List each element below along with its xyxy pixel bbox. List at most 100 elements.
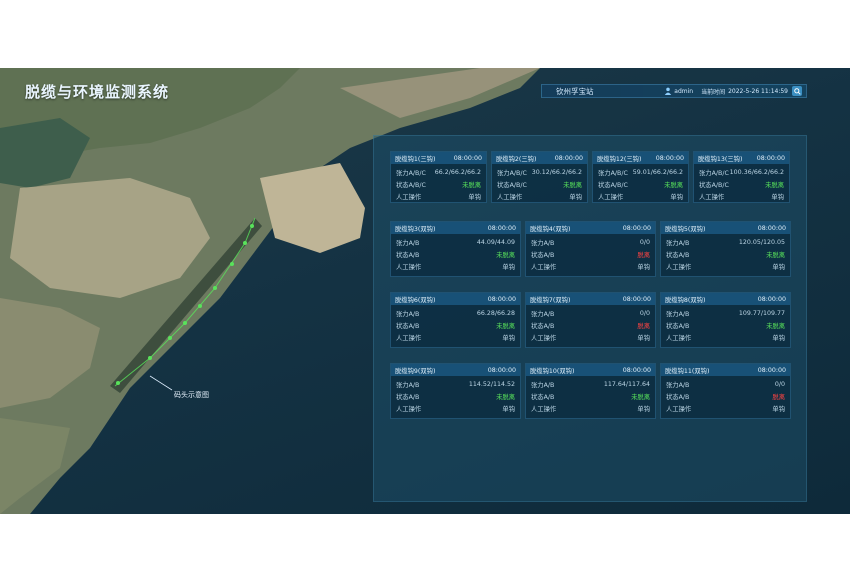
tension-value: 117.64/117.64	[603, 380, 650, 388]
status-label: 状态A/B	[396, 393, 420, 401]
tension-label: 张力A/B/C	[396, 169, 426, 177]
time-label: 当前时间	[701, 88, 726, 96]
hook-card[interactable]: 脱缆钩2(三钩) 08:00:00 张力A/B/C 30.12/66.2/66.…	[491, 151, 588, 203]
hook-card[interactable]: 脱缆钩7(双钩) 08:00:00 张力A/B 0/0 状态A/B 脱离 人工操…	[525, 292, 656, 348]
status-value: 未脱离	[496, 251, 515, 259]
operation-value[interactable]: 单钩	[468, 192, 481, 201]
hook-card[interactable]: 脱缆钩4(双钩) 08:00:00 张力A/B 0/0 状态A/B 脱离 人工操…	[525, 221, 656, 277]
hook-card[interactable]: 脱缆钩8(双钩) 08:00:00 张力A/B 109.77/109.77 状态…	[660, 292, 791, 348]
status-row: 状态A/B 未脱离	[391, 248, 520, 260]
hook-card-title: 脱缆钩10(双钩)	[530, 367, 575, 375]
hook-card[interactable]: 脱缆钩6(双钩) 08:00:00 张力A/B 66.28/66.28 状态A/…	[390, 292, 521, 348]
tension-label: 张力A/B	[531, 239, 555, 247]
operation-value[interactable]: 单钩	[637, 333, 650, 342]
search-button[interactable]	[792, 86, 802, 96]
tension-value: 30.12/66.2/66.2	[531, 168, 582, 176]
tension-label: 张力A/B/C	[497, 169, 527, 177]
operation-value[interactable]: 单钩	[502, 404, 515, 413]
status-row: 状态A/B 未脱离	[526, 390, 655, 402]
hook-panel: 脱缆钩1(三钩) 08:00:00 张力A/B/C 66.2/66.2/66.2…	[373, 135, 807, 502]
hook-card[interactable]: 脱缆钩5(双钩) 08:00:00 张力A/B 120.05/120.05 状态…	[660, 221, 791, 277]
operation-value[interactable]: 单钩	[772, 333, 785, 342]
hook-card-time: 08:00:00	[487, 224, 516, 232]
station-name[interactable]: 钦州孚宝站	[556, 86, 664, 97]
hook-card-title: 脱缆钩8(双钩)	[665, 296, 706, 304]
hook-card[interactable]: 脱缆钩3(双钩) 08:00:00 张力A/B 44.09/44.09 状态A/…	[390, 221, 521, 277]
status-row: 状态A/B 未脱离	[391, 390, 520, 402]
hook-card-time: 08:00:00	[757, 366, 786, 374]
status-label: 状态A/B/C	[699, 181, 729, 189]
status-value: 未脱离	[496, 322, 515, 330]
status-label: 状态A/B/C	[497, 181, 527, 189]
status-value: 脱离	[772, 393, 785, 401]
operation-value[interactable]: 单钩	[502, 333, 515, 342]
hook-card-time: 08:00:00	[622, 295, 651, 303]
operation-label: 人工操作	[531, 334, 557, 342]
tension-row: 张力A/B/C 59.01/66.2/66.2	[593, 166, 688, 178]
status-row: 状态A/B 未脱离	[661, 319, 790, 331]
tension-label: 张力A/B/C	[699, 169, 729, 177]
hook-card-time: 08:00:00	[756, 154, 785, 162]
hook-card-header: 脱缆钩7(双钩) 08:00:00	[526, 293, 655, 305]
operation-value[interactable]: 单钩	[772, 404, 785, 413]
hook-card[interactable]: 脱缆钩1(三钩) 08:00:00 张力A/B/C 66.2/66.2/66.2…	[390, 151, 487, 203]
app-title: 脱缆与环境监测系统	[25, 83, 170, 101]
operation-value[interactable]: 单钩	[771, 192, 784, 201]
operation-row: 人工操作 单钩	[694, 190, 789, 202]
tension-value: 66.2/66.2/66.2	[434, 168, 481, 176]
status-value: 未脱离	[664, 181, 683, 189]
operation-value[interactable]: 单钩	[670, 192, 683, 201]
hook-card-title: 脱缆钩9(双钩)	[395, 367, 436, 375]
hook-card-title: 脱缆钩6(双钩)	[395, 296, 436, 304]
tension-value: 100.36/66.2/66.2	[729, 168, 784, 176]
operation-label: 人工操作	[396, 405, 422, 413]
status-value: 未脱离	[766, 251, 785, 259]
hook-card-title: 脱缆钩11(双钩)	[665, 367, 710, 375]
tension-value: 0/0	[639, 238, 650, 246]
tension-row: 张力A/B 0/0	[661, 378, 790, 390]
hook-card-time: 08:00:00	[757, 295, 786, 303]
hook-card-title: 脱缆钩2(三钩)	[496, 155, 537, 163]
hook-card[interactable]: 脱缆钩12(三钩) 08:00:00 张力A/B/C 59.01/66.2/66…	[592, 151, 689, 203]
operation-row: 人工操作 单钩	[526, 402, 655, 414]
operation-value[interactable]: 单钩	[569, 192, 582, 201]
operation-value[interactable]: 单钩	[502, 262, 515, 271]
tension-value: 120.05/120.05	[738, 238, 785, 246]
operation-label: 人工操作	[531, 263, 557, 271]
status-row: 状态A/B/C 未脱离	[694, 178, 789, 190]
operation-value[interactable]: 单钩	[637, 262, 650, 271]
hook-card[interactable]: 脱缆钩10(双钩) 08:00:00 张力A/B 117.64/117.64 状…	[525, 363, 656, 419]
status-label: 状态A/B	[531, 322, 555, 330]
status-value: 未脱离	[462, 181, 481, 189]
status-value: 未脱离	[631, 393, 650, 401]
tension-row: 张力A/B 114.52/114.52	[391, 378, 520, 390]
status-value: 未脱离	[496, 393, 515, 401]
tension-label: 张力A/B	[531, 381, 555, 389]
hook-card-time: 08:00:00	[757, 224, 786, 232]
status-row: 状态A/B/C 未脱离	[492, 178, 587, 190]
hook-card[interactable]: 脱缆钩9(双钩) 08:00:00 张力A/B 114.52/114.52 状态…	[390, 363, 521, 419]
tension-label: 张力A/B	[666, 381, 690, 389]
hook-card-header: 脱缆钩8(双钩) 08:00:00	[661, 293, 790, 305]
tension-row: 张力A/B 0/0	[526, 236, 655, 248]
operation-label: 人工操作	[699, 193, 725, 201]
hook-card-header: 脱缆钩3(双钩) 08:00:00	[391, 222, 520, 234]
tension-value: 109.77/109.77	[738, 309, 785, 317]
hook-card-header: 脱缆钩1(三钩) 08:00:00	[391, 152, 486, 164]
hook-card[interactable]: 脱缆钩13(三钩) 08:00:00 张力A/B/C 100.36/66.2/6…	[693, 151, 790, 203]
operation-row: 人工操作 单钩	[593, 190, 688, 202]
operation-row: 人工操作 单钩	[391, 260, 520, 272]
tension-value: 114.52/114.52	[468, 380, 515, 388]
hook-card[interactable]: 脱缆钩11(双钩) 08:00:00 张力A/B 0/0 状态A/B 脱离 人工…	[660, 363, 791, 419]
operation-row: 人工操作 单钩	[526, 331, 655, 343]
operation-label: 人工操作	[396, 263, 422, 271]
tension-row: 张力A/B/C 66.2/66.2/66.2	[391, 166, 486, 178]
status-value: 未脱离	[563, 181, 582, 189]
hook-card-title: 脱缆钩5(双钩)	[665, 225, 706, 233]
operation-label: 人工操作	[666, 263, 692, 271]
user-name[interactable]: admin	[674, 88, 693, 95]
top-bar: 钦州孚宝站 admin 当前时间 2022-5-26 11:14:59	[541, 84, 807, 98]
operation-value[interactable]: 单钩	[772, 262, 785, 271]
operation-value[interactable]: 单钩	[637, 404, 650, 413]
hook-card-time: 08:00:00	[622, 366, 651, 374]
